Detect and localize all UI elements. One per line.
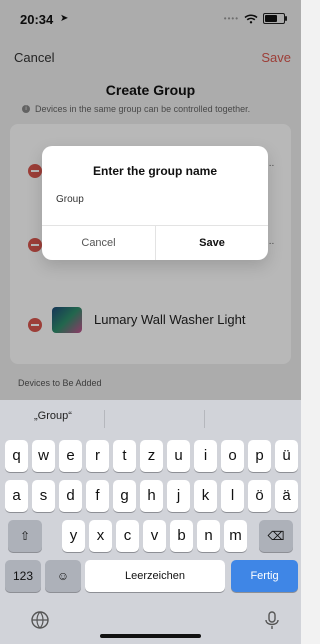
key-i[interactable]: i bbox=[194, 440, 217, 472]
key-p[interactable]: p bbox=[248, 440, 271, 472]
done-key[interactable]: Fertig bbox=[231, 560, 298, 592]
suggestion-divider bbox=[104, 410, 105, 428]
space-key[interactable]: Leerzeichen bbox=[85, 560, 225, 592]
key-w[interactable]: w bbox=[32, 440, 55, 472]
home-indicator bbox=[100, 634, 201, 638]
key-h[interactable]: h bbox=[140, 480, 163, 512]
key-m[interactable]: m bbox=[224, 520, 247, 552]
key-r[interactable]: r bbox=[86, 440, 109, 472]
emoji-key[interactable]: ☺ bbox=[45, 560, 81, 592]
key-u[interactable]: u bbox=[167, 440, 190, 472]
suggestion-divider bbox=[204, 410, 205, 428]
suggestion-bar: „Group“ bbox=[0, 400, 301, 434]
dialog-save-button[interactable]: Save bbox=[156, 226, 268, 260]
key-k[interactable]: k bbox=[194, 480, 217, 512]
key-l[interactable]: l bbox=[221, 480, 244, 512]
key-ue[interactable]: ü bbox=[275, 440, 298, 472]
key-s[interactable]: s bbox=[32, 480, 55, 512]
device: 20:34 ➤ •••• Cancel Save Create Group i bbox=[0, 0, 301, 644]
key-t[interactable]: t bbox=[113, 440, 136, 472]
key-v[interactable]: v bbox=[143, 520, 166, 552]
key-c[interactable]: c bbox=[116, 520, 139, 552]
key-oe[interactable]: ö bbox=[248, 480, 271, 512]
key-ae[interactable]: ä bbox=[275, 480, 298, 512]
dialog-cancel-button[interactable]: Cancel bbox=[42, 226, 155, 260]
microphone-icon[interactable] bbox=[262, 610, 282, 630]
numbers-key[interactable]: 123 bbox=[5, 560, 41, 592]
key-e[interactable]: e bbox=[59, 440, 82, 472]
key-d[interactable]: d bbox=[59, 480, 82, 512]
group-name-dialog: Enter the group name Group Cancel Save bbox=[42, 146, 268, 260]
key-y[interactable]: y bbox=[62, 520, 85, 552]
key-q[interactable]: q bbox=[5, 440, 28, 472]
key-o[interactable]: o bbox=[221, 440, 244, 472]
key-n[interactable]: n bbox=[197, 520, 220, 552]
screen: 20:34 ➤ •••• Cancel Save Create Group i bbox=[0, 0, 301, 644]
key-g[interactable]: g bbox=[113, 480, 136, 512]
key-x[interactable]: x bbox=[89, 520, 112, 552]
key-a[interactable]: a bbox=[5, 480, 28, 512]
globe-icon[interactable] bbox=[30, 610, 50, 630]
key-b[interactable]: b bbox=[170, 520, 193, 552]
group-name-input[interactable]: Group bbox=[56, 194, 254, 205]
key-j[interactable]: j bbox=[167, 480, 190, 512]
backspace-key[interactable]: ⌫ bbox=[259, 520, 293, 552]
shift-key[interactable]: ⇧ bbox=[8, 520, 42, 552]
key-z[interactable]: z bbox=[140, 440, 163, 472]
key-f[interactable]: f bbox=[86, 480, 109, 512]
dialog-title: Enter the group name bbox=[92, 164, 217, 178]
suggestion-item[interactable]: „Group“ bbox=[34, 410, 72, 422]
